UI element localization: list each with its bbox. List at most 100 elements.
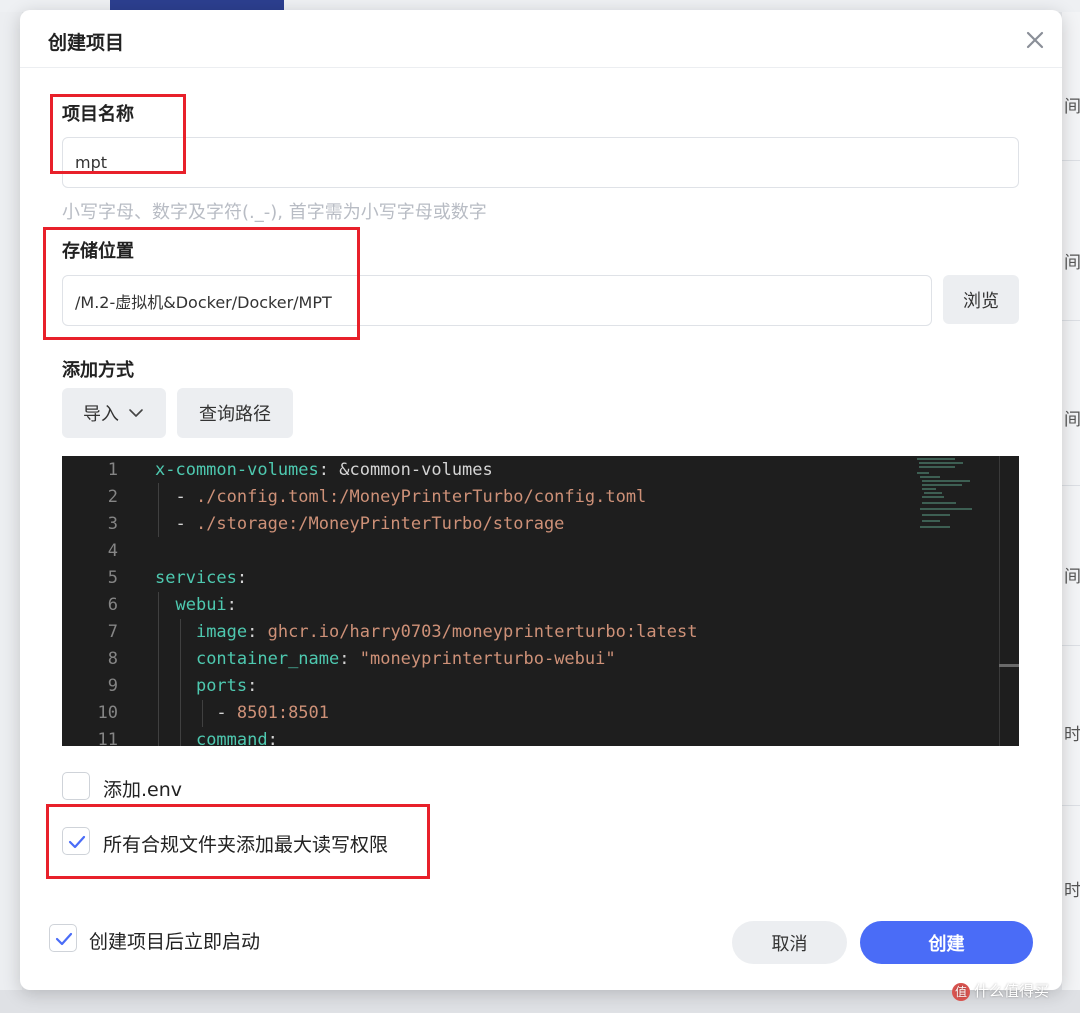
code-token: : (247, 622, 268, 642)
code-line: 3 - ./storage:/MoneyPrinterTurbo/storage (62, 511, 912, 538)
background-fragment: 间 (1064, 567, 1080, 587)
background-right-column (1062, 12, 1080, 1013)
project-name-input[interactable]: mpt (62, 137, 1019, 188)
indent-guide (180, 619, 181, 746)
auto-start-checkbox[interactable] (49, 924, 77, 952)
code-token: command (195, 730, 268, 746)
check-icon (68, 835, 86, 849)
create-button[interactable]: 创建 (860, 921, 1033, 964)
compose-code-editor[interactable]: 1 x-common-volumes: &common-volumes 2 - ./… (62, 456, 1019, 746)
indent-guide (158, 592, 159, 746)
code-text: container_name: "moneyprinterturbo-webui… (155, 646, 616, 673)
code-token: webui (175, 595, 227, 615)
dialog-title: 创建项目 (48, 32, 125, 54)
check-icon (55, 932, 73, 946)
max-permission-checkbox[interactable] (62, 827, 90, 855)
add-env-label: 添加.env (103, 779, 183, 801)
line-number: 5 (107, 568, 118, 588)
line-number: 10 (97, 703, 118, 723)
code-token: : (236, 568, 248, 588)
code-token: : (247, 676, 258, 696)
indent-guide (158, 483, 159, 537)
code-line: 11 command: (62, 727, 912, 746)
code-text: image: ghcr.io/harry0703/moneyprintertur… (155, 619, 698, 646)
line-number: 7 (107, 622, 118, 642)
background-bottom (0, 990, 1080, 1013)
code-text: webui: (155, 592, 237, 619)
code-token: ports (195, 676, 248, 696)
code-token: x-common-volumes (155, 460, 319, 480)
code-token: "moneyprinterturbo-webui" (359, 649, 616, 669)
code-token: : (226, 595, 237, 615)
background-fragment: 间 (1064, 410, 1080, 430)
code-line: 7 image: ghcr.io/harry0703/moneyprintert… (62, 619, 912, 646)
code-token: - (155, 703, 237, 723)
close-button[interactable] (1023, 28, 1047, 52)
code-token: : &common-volumes (318, 460, 493, 480)
cancel-button[interactable]: 取消 (732, 921, 847, 964)
watermark-logo-icon: 值 (952, 982, 970, 1001)
import-dropdown-label: 导入 (83, 404, 119, 425)
background-divider (1062, 320, 1080, 321)
add-env-checkbox[interactable] (62, 772, 90, 800)
chevron-down-icon (129, 409, 143, 417)
background-active-tab (110, 0, 284, 10)
code-text: - 8501:8501 (155, 700, 329, 727)
code-line: 10 - 8501:8501 (62, 700, 912, 727)
code-token: container_name (195, 649, 340, 669)
line-number: 2 (107, 487, 118, 507)
code-token: services (155, 568, 237, 588)
code-text: - ./config.toml:/MoneyPrinterTurbo/confi… (155, 484, 646, 511)
background-fragment: 间 (1064, 253, 1080, 273)
background-divider (1062, 160, 1080, 161)
code-text: - ./storage:/MoneyPrinterTurbo/storage (155, 511, 564, 538)
code-line: 6 webui: (62, 592, 912, 619)
code-token: 8501:8501 (236, 703, 330, 723)
line-number: 3 (107, 514, 118, 534)
code-line: 4 (62, 538, 912, 565)
background-divider (1062, 805, 1080, 806)
add-method-label: 添加方式 (62, 360, 134, 381)
code-token: : (339, 649, 360, 669)
storage-location-label: 存储位置 (62, 241, 134, 262)
editor-scrollbar-thumb[interactable] (999, 664, 1019, 667)
line-number: 1 (107, 460, 118, 480)
watermark: 值什么值得买 (952, 980, 1049, 1001)
storage-location-value: /M.2-虚拟机&Docker/Docker/MPT (75, 292, 332, 312)
auto-start-label: 创建项目后立即启动 (89, 931, 261, 953)
line-number: 8 (107, 649, 118, 669)
max-permission-label: 所有合规文件夹添加最大读写权限 (103, 834, 389, 856)
create-project-dialog: 创建项目 项目名称 mpt 小写字母、数字及字符(._-), 首字需为小写字母或… (20, 10, 1062, 990)
code-line: 2 - ./config.toml:/MoneyPrinterTurbo/con… (62, 484, 912, 511)
code-line: 1 x-common-volumes: &common-volumes (62, 457, 912, 484)
background-divider (1062, 645, 1080, 646)
project-name-hint: 小写字母、数字及字符(._-), 首字需为小写字母或数字 (62, 202, 487, 223)
code-text: services: (155, 565, 247, 592)
code-text: x-common-volumes: &common-volumes (155, 457, 493, 484)
project-name-label: 项目名称 (62, 104, 134, 125)
code-token: : (267, 730, 278, 746)
background-fragment: 时 (1064, 881, 1080, 901)
dialog-header: 创建项目 (20, 10, 1062, 68)
project-name-value: mpt (75, 153, 108, 172)
background-fragment: 时 (1064, 725, 1080, 745)
code-token: ./storage:/MoneyPrinterTurbo/storage (195, 514, 565, 534)
indent-guide (202, 700, 203, 727)
background-divider (1062, 485, 1080, 486)
code-token: ghcr.io/harry0703/moneyprinterturbo:late… (267, 622, 698, 642)
background-fragment: 间 (1064, 97, 1080, 117)
editor-scrollbar-track[interactable] (999, 456, 1000, 746)
code-token: - (155, 514, 196, 534)
import-dropdown[interactable]: 导入 (62, 388, 166, 438)
background-left (0, 12, 22, 1013)
editor-minimap[interactable] (917, 458, 979, 533)
line-number: 6 (107, 595, 118, 615)
watermark-text: 什么值得买 (974, 982, 1050, 1000)
code-line: 9 ports: (62, 673, 912, 700)
browse-button[interactable]: 浏览 (943, 275, 1019, 324)
query-path-button[interactable]: 查询路径 (177, 388, 293, 438)
storage-location-input[interactable]: /M.2-虚拟机&Docker/Docker/MPT (62, 275, 932, 326)
